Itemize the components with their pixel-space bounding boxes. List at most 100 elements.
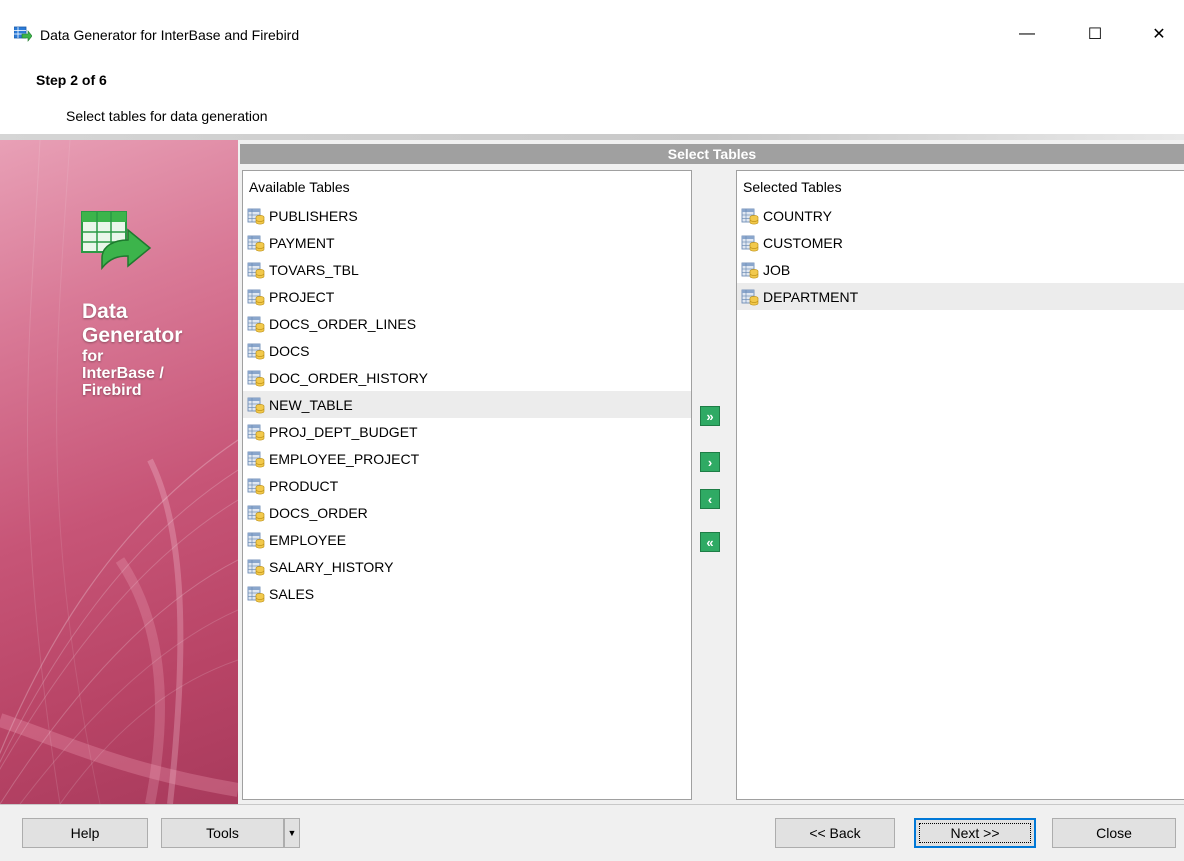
- available-table-item[interactable]: DOCS_ORDER: [243, 499, 691, 526]
- available-table-item[interactable]: EMPLOYEE_PROJECT: [243, 445, 691, 472]
- double-chevron-right-icon: »: [706, 408, 714, 424]
- table-icon: [247, 451, 265, 467]
- available-table-item[interactable]: TOVARS_TBL: [243, 256, 691, 283]
- table-icon: [247, 208, 265, 224]
- table-name: EMPLOYEE: [269, 531, 347, 548]
- table-icon: [247, 343, 265, 359]
- section-title: Select Tables: [240, 144, 1184, 164]
- banner-line-firebird: Firebird: [82, 382, 142, 399]
- table-name: DOCS_ORDER_LINES: [269, 315, 417, 332]
- banner-product-name: Data Generator for InterBase / Firebird: [82, 300, 182, 399]
- available-table-item[interactable]: DOCS: [243, 337, 691, 364]
- selected-table-item[interactable]: JOB: [737, 256, 1184, 283]
- available-table-item[interactable]: EMPLOYEE: [243, 526, 691, 553]
- available-table-item[interactable]: SALES: [243, 580, 691, 607]
- remove-button[interactable]: ‹: [700, 489, 720, 509]
- maximize-button[interactable]: ☐: [1072, 18, 1118, 50]
- table-icon: [741, 289, 759, 305]
- table-icon: [247, 235, 265, 251]
- step-description: Select tables for data generation: [66, 108, 268, 124]
- tools-button[interactable]: Tools: [161, 818, 284, 848]
- table-icon: [741, 235, 759, 251]
- table-name: COUNTRY: [763, 207, 832, 224]
- chevron-left-icon: ‹: [707, 491, 713, 507]
- table-name: DOCS_ORDER: [269, 504, 368, 521]
- minimize-button[interactable]: —: [1004, 18, 1050, 50]
- available-tables-list[interactable]: PUBLISHERS PAYMENT TOVARS_TBL PROJECT DOCS_O…: [243, 202, 691, 607]
- table-name: PUBLISHERS: [269, 207, 358, 224]
- selected-table-item[interactable]: COUNTRY: [737, 202, 1184, 229]
- available-table-item[interactable]: NEW_TABLE: [243, 391, 691, 418]
- data-generator-logo-icon: [81, 211, 152, 271]
- close-window-button[interactable]: ✕: [1136, 18, 1182, 50]
- table-name: TOVARS_TBL: [269, 261, 359, 278]
- table-icon: [247, 586, 265, 602]
- available-table-item[interactable]: PUBLISHERS: [243, 202, 691, 229]
- available-table-item[interactable]: DOCS_ORDER_LINES: [243, 310, 691, 337]
- table-name: PRODUCT: [269, 477, 339, 494]
- selected-tables-title: Selected Tables: [743, 179, 842, 195]
- selected-table-item[interactable]: DEPARTMENT: [737, 283, 1184, 310]
- table-name: DOC_ORDER_HISTORY: [269, 369, 428, 386]
- table-name: EMPLOYEE_PROJECT: [269, 450, 420, 467]
- back-button-label: << Back: [809, 825, 861, 841]
- table-name: SALES: [269, 585, 315, 602]
- table-icon: [247, 316, 265, 332]
- table-icon: [247, 424, 265, 440]
- selected-tables-panel[interactable]: Selected Tables COUNTRY CUSTOMER JOB DEPART…: [736, 170, 1184, 800]
- step-title: Step 2 of 6: [36, 72, 107, 88]
- maximize-icon: ☐: [1087, 26, 1103, 43]
- table-name: CUSTOMER: [763, 234, 843, 251]
- available-table-item[interactable]: PAYMENT: [243, 229, 691, 256]
- available-table-item[interactable]: SALARY_HISTORY: [243, 553, 691, 580]
- add-all-button[interactable]: »: [700, 406, 720, 426]
- minimize-icon: —: [1019, 25, 1035, 42]
- close-icon: ✕: [1152, 26, 1166, 43]
- selected-tables-list[interactable]: COUNTRY CUSTOMER JOB DEPARTMENT: [737, 202, 1184, 310]
- remove-all-button[interactable]: «: [700, 532, 720, 552]
- selected-table-item[interactable]: CUSTOMER: [737, 229, 1184, 256]
- available-tables-panel[interactable]: Available Tables PUBLISHERS PAYMENT TOVARS…: [242, 170, 692, 800]
- chevron-right-icon: ›: [707, 454, 713, 470]
- close-button-label: Close: [1096, 825, 1132, 841]
- table-icon: [247, 262, 265, 278]
- table-icon: [247, 370, 265, 386]
- table-icon: [247, 532, 265, 548]
- wizard-header: Step 2 of 6 Select tables for data gener…: [0, 62, 1184, 134]
- banner-line-generator: Generator: [82, 324, 183, 347]
- table-icon: [741, 208, 759, 224]
- table-name: NEW_TABLE: [269, 396, 353, 413]
- next-button-label: Next >>: [950, 825, 1000, 841]
- table-icon: [247, 289, 265, 305]
- banner-line-for: for: [82, 348, 104, 365]
- table-name: JOB: [763, 261, 791, 278]
- available-table-item[interactable]: DOC_ORDER_HISTORY: [243, 364, 691, 391]
- back-button[interactable]: << Back: [775, 818, 895, 848]
- add-button[interactable]: ›: [700, 452, 720, 472]
- available-table-item[interactable]: PRODUCT: [243, 472, 691, 499]
- title-bar: Data Generator for InterBase and Firebir…: [0, 0, 1184, 62]
- double-chevron-left-icon: «: [706, 534, 714, 550]
- wizard-banner: Data Generator for InterBase / Firebird: [0, 140, 238, 804]
- table-name: DOCS: [269, 342, 310, 359]
- help-button[interactable]: Help: [22, 818, 148, 848]
- table-name: PROJ_DEPT_BUDGET: [269, 423, 418, 440]
- available-tables-title: Available Tables: [249, 179, 350, 195]
- next-button[interactable]: Next >>: [914, 818, 1036, 848]
- tools-button-label: Tools: [206, 825, 239, 841]
- window-title: Data Generator for InterBase and Firebir…: [40, 27, 300, 43]
- table-name: PAYMENT: [269, 234, 335, 251]
- app-icon: [14, 26, 32, 42]
- table-icon: [247, 505, 265, 521]
- tools-dropdown-button[interactable]: ▼: [284, 818, 300, 848]
- help-button-label: Help: [70, 825, 100, 841]
- table-icon: [741, 262, 759, 278]
- table-icon: [247, 397, 265, 413]
- banner-line-interbase: InterBase /: [82, 365, 164, 382]
- table-name: PROJECT: [269, 288, 335, 305]
- close-button[interactable]: Close: [1052, 818, 1176, 848]
- chevron-down-icon: ▼: [287, 828, 297, 838]
- available-table-item[interactable]: PROJECT: [243, 283, 691, 310]
- available-table-item[interactable]: PROJ_DEPT_BUDGET: [243, 418, 691, 445]
- wizard-footer: Help Tools ▼ << Back Next >> Close: [0, 804, 1184, 861]
